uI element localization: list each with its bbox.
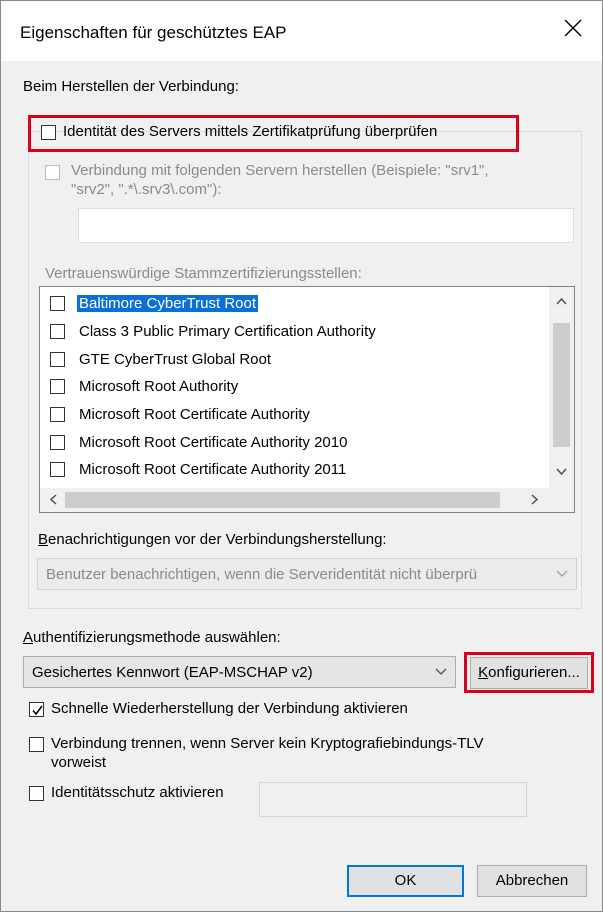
notify-select-value: Benutzer benachrichtigen, wenn die Serve… — [46, 566, 478, 583]
vertical-scrollbar[interactable] — [549, 287, 574, 488]
configure-button[interactable]: Konfigurieren... — [470, 657, 588, 689]
cancel-button[interactable]: Abbrechen — [477, 865, 587, 897]
ca-label: GTE CyberTrust Global Root — [79, 351, 272, 368]
vertical-scroll-thumb[interactable] — [553, 323, 570, 447]
ca-checkbox[interactable] — [50, 296, 65, 311]
chevron-down-icon — [435, 668, 447, 675]
ca-checkbox[interactable] — [50, 352, 65, 367]
trusted-ca-label: Vertrauenswürdige Stammzertifizierungsst… — [45, 265, 362, 282]
dialog-title: Eigenschaften für geschütztes EAP — [20, 23, 287, 42]
ca-checkbox[interactable] — [50, 407, 65, 422]
auth-method-value: Gesichertes Kennwort (EAP-MSCHAP v2) — [32, 664, 313, 681]
ca-checkbox[interactable] — [50, 462, 65, 477]
ca-label: Microsoft Root Certificate Authority — [79, 406, 310, 423]
connect-servers-label-line2: "srv2", ".*\.srv3\.com"): — [71, 181, 222, 198]
ca-label: Microsoft Root Authority — [79, 378, 239, 395]
scroll-left-icon[interactable] — [49, 494, 57, 505]
disconnect-label-line1: Verbindung trennen, wenn Server kein Kry… — [51, 735, 484, 752]
scroll-up-icon[interactable] — [556, 297, 567, 305]
fast-reconnect-checkbox[interactable] — [29, 702, 44, 717]
checkmark-icon — [32, 705, 43, 716]
fast-reconnect-label: Schnelle Wiederherstellung der Verbindun… — [51, 700, 408, 717]
ca-listbox[interactable]: Baltimore CyberTrust Root Class 3 Public… — [39, 286, 575, 513]
horizontal-scroll-thumb[interactable] — [65, 492, 500, 508]
ca-label: Class 3 Public Primary Certification Aut… — [79, 323, 376, 340]
disconnect-label-line2: vorweist — [51, 754, 107, 771]
connect-servers-checkbox[interactable] — [45, 165, 60, 180]
identity-privacy-label: Identitätsschutz aktivieren — [51, 784, 224, 801]
notify-label: Benachrichtigungen vor der Verbindungshe… — [38, 531, 387, 548]
scroll-corner — [549, 488, 574, 512]
configure-button-text: onfigurieren... — [488, 664, 580, 681]
ca-label: Microsoft Root Certificate Authority 201… — [79, 434, 348, 451]
chevron-down-icon — [556, 570, 568, 577]
servers-input[interactable] — [78, 208, 574, 243]
ca-label: Baltimore CyberTrust Root — [77, 295, 258, 312]
disconnect-checkbox[interactable] — [29, 737, 44, 752]
close-icon[interactable] — [562, 17, 584, 39]
identity-privacy-checkbox[interactable] — [29, 786, 44, 801]
ca-checkbox[interactable] — [50, 379, 65, 394]
auth-method-select[interactable]: Gesichertes Kennwort (EAP-MSCHAP v2) — [23, 656, 456, 688]
auth-method-label-text: uthentifizierungsmethode auswählen: — [33, 629, 281, 646]
title-bar: Eigenschaften für geschütztes EAP — [1, 1, 602, 61]
connect-servers-label-line1: Verbindung mit folgenden Servern herstel… — [71, 162, 489, 179]
verify-server-label: Identität des Servers mittels Zertifikat… — [63, 123, 438, 140]
notify-select[interactable]: Benutzer benachrichtigen, wenn die Serve… — [37, 558, 577, 590]
dialog-window: Eigenschaften für geschütztes EAP Beim H… — [0, 0, 603, 912]
notify-label-text: enachrichtigungen vor der Verbindungsher… — [48, 531, 387, 548]
verify-server-checkbox[interactable] — [41, 125, 56, 140]
ca-label: Microsoft Root Certificate Authority 201… — [79, 461, 347, 478]
identity-privacy-input[interactable] — [259, 782, 527, 817]
auth-method-label: Authentifizierungsmethode auswählen: — [23, 629, 281, 646]
ca-checkbox[interactable] — [50, 435, 65, 450]
horizontal-scrollbar[interactable] — [40, 488, 549, 512]
scroll-down-icon[interactable] — [556, 468, 567, 476]
scroll-right-icon[interactable] — [531, 494, 539, 505]
connection-section-label: Beim Herstellen der Verbindung: — [23, 78, 239, 95]
ok-button[interactable]: OK — [347, 865, 464, 897]
ca-checkbox[interactable] — [50, 324, 65, 339]
